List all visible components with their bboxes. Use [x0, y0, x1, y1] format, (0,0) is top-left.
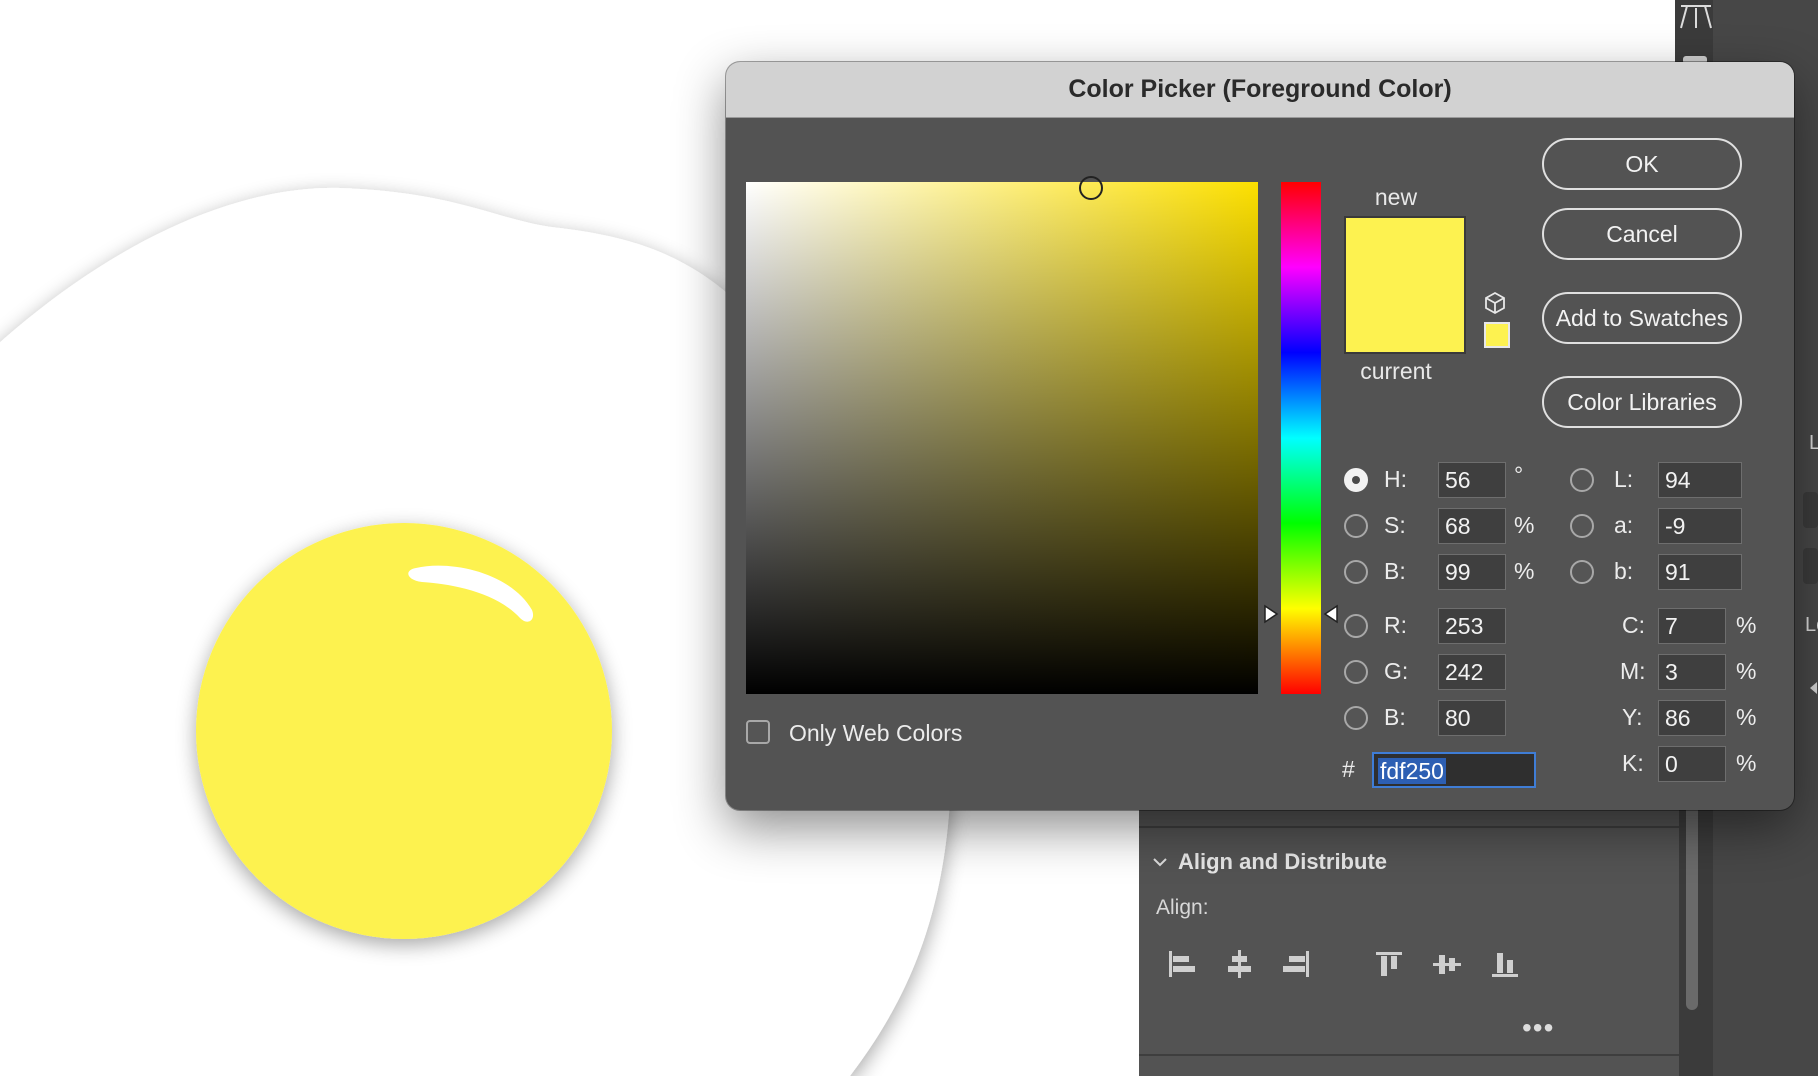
red-field[interactable]: 253: [1438, 608, 1506, 644]
lab-l-field[interactable]: 94: [1658, 462, 1742, 498]
only-web-colors-label[interactable]: Only Web Colors: [789, 720, 962, 747]
hex-color-field[interactable]: fdf250: [1372, 752, 1536, 788]
current-color-label: current: [1360, 358, 1432, 384]
panel-divider: [1139, 1054, 1679, 1056]
color-comparison-swatch: [1344, 216, 1466, 354]
saturation-brightness-field[interactable]: [746, 176, 1258, 694]
egg-yolk: [196, 523, 612, 939]
black-unit: %: [1736, 750, 1757, 776]
lab-b-field[interactable]: 91: [1658, 554, 1742, 590]
align-left-edges-icon: [1169, 951, 1195, 977]
align-horizontal-centers-button[interactable]: [1222, 947, 1256, 981]
hue-slider-right-arrow-icon[interactable]: [1323, 604, 1339, 624]
align-label: Align:: [1156, 896, 1209, 919]
align-vertical-centers-icon: [1433, 955, 1461, 974]
align-vertical-centers-button[interactable]: [1430, 947, 1464, 981]
dialog-titlebar[interactable]: Color Picker (Foreground Color): [726, 62, 1794, 118]
lab-l-label: L:: [1614, 466, 1634, 492]
panel-divider: [1139, 826, 1679, 828]
align-section-title: Align and Distribute: [1178, 849, 1387, 874]
path-selection-icon[interactable]: [1677, 0, 1715, 40]
saturation-label: S:: [1384, 512, 1406, 538]
red-label: R:: [1384, 612, 1407, 638]
ok-button[interactable]: OK: [1542, 138, 1742, 190]
lab-a-label: a:: [1614, 512, 1634, 538]
panel-control[interactable]: [1803, 548, 1818, 584]
new-color-swatch: [1346, 218, 1464, 285]
hue-field[interactable]: 56: [1438, 462, 1506, 498]
yellow-label: Y:: [1622, 704, 1643, 730]
align-left-edges-button[interactable]: [1164, 947, 1198, 981]
blue-label: B:: [1384, 704, 1406, 730]
chevron-down-icon[interactable]: [1152, 856, 1168, 868]
lab-b-radio[interactable]: [1570, 560, 1594, 584]
align-bottom-edges-button[interactable]: [1488, 947, 1522, 981]
saturation-unit: %: [1514, 512, 1535, 538]
cyan-label: C:: [1622, 612, 1645, 638]
current-color-swatch[interactable]: [1346, 285, 1464, 352]
new-color-label: new: [1374, 184, 1418, 210]
red-radio[interactable]: [1344, 614, 1368, 638]
lab-l-radio[interactable]: [1570, 468, 1594, 492]
lab-a-field[interactable]: -9: [1658, 508, 1742, 544]
panel-tab-fragment[interactable]: Lo: [1805, 614, 1818, 637]
align-top-edges-icon: [1376, 952, 1402, 976]
align-section-header[interactable]: Align and Distribute: [1152, 848, 1387, 876]
add-to-swatches-button[interactable]: Add to Swatches: [1542, 292, 1742, 344]
web-safe-cube-icon[interactable]: [1482, 290, 1508, 316]
brightness-radio[interactable]: [1344, 560, 1368, 584]
brightness-label: B:: [1384, 558, 1406, 584]
align-right-edges-icon: [1283, 951, 1309, 977]
hue-label: H:: [1384, 466, 1407, 492]
saturation-radio[interactable]: [1344, 514, 1368, 538]
cancel-button[interactable]: Cancel: [1542, 208, 1742, 260]
blue-field[interactable]: 80: [1438, 700, 1506, 736]
collapse-arrow-icon[interactable]: [1807, 680, 1818, 696]
saturation-field[interactable]: 68: [1438, 508, 1506, 544]
align-horizontal-centers-icon: [1228, 950, 1251, 978]
magenta-field[interactable]: 3: [1658, 654, 1726, 690]
color-picker-dialog: Color Picker (Foreground Color) new curr…: [726, 62, 1794, 810]
brightness-unit: %: [1514, 558, 1535, 584]
hue-unit: °: [1514, 462, 1524, 488]
brightness-field[interactable]: 99: [1438, 554, 1506, 590]
green-radio[interactable]: [1344, 660, 1368, 684]
cyan-field[interactable]: 7: [1658, 608, 1726, 644]
align-right-edges-button[interactable]: [1280, 947, 1314, 981]
hue-slider[interactable]: [1281, 182, 1321, 694]
yellow-field[interactable]: 86: [1658, 700, 1726, 736]
hex-prefix-label: #: [1342, 756, 1355, 782]
hue-slider-left-arrow-icon[interactable]: [1263, 604, 1279, 624]
green-label: G:: [1384, 658, 1409, 684]
lab-b-label: b:: [1614, 558, 1634, 584]
align-top-edges-button[interactable]: [1372, 947, 1406, 981]
hue-radio[interactable]: [1344, 468, 1368, 492]
magenta-label: M:: [1620, 658, 1646, 684]
green-field[interactable]: 242: [1438, 654, 1506, 690]
more-options-button[interactable]: •••: [1522, 1014, 1554, 1042]
color-libraries-button[interactable]: Color Libraries: [1542, 376, 1742, 428]
cyan-unit: %: [1736, 612, 1757, 638]
blue-radio[interactable]: [1344, 706, 1368, 730]
black-label: K:: [1622, 750, 1644, 776]
panel-tab-fragment[interactable]: L: [1809, 432, 1818, 455]
black-field[interactable]: 0: [1658, 746, 1726, 782]
yellow-unit: %: [1736, 704, 1757, 730]
panel-control[interactable]: [1803, 492, 1818, 528]
align-bottom-edges-icon: [1492, 953, 1518, 977]
color-field-cursor[interactable]: [1079, 176, 1103, 200]
magenta-unit: %: [1736, 658, 1757, 684]
dialog-title: Color Picker (Foreground Color): [1068, 75, 1452, 103]
only-web-colors-checkbox[interactable]: [746, 720, 770, 744]
hex-color-value: fdf250: [1378, 758, 1446, 784]
web-safe-color-swatch[interactable]: [1484, 322, 1510, 348]
properties-panel: [1139, 790, 1679, 1076]
lab-a-radio[interactable]: [1570, 514, 1594, 538]
panel-scrollbar-thumb[interactable]: [1686, 800, 1698, 1010]
